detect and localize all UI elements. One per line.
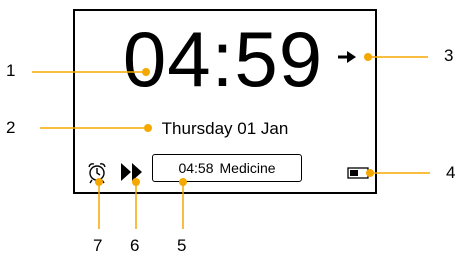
callout-7: 7 [93, 236, 103, 255]
callout-1: 1 [6, 61, 16, 80]
callout-6: 6 [130, 236, 140, 255]
callout-3: 3 [444, 46, 454, 65]
annotation-layer [32, 51, 430, 229]
dot-6 [132, 178, 140, 186]
callout-2: 2 [6, 118, 16, 137]
dot-1 [142, 68, 150, 76]
dot-2 [144, 124, 152, 132]
dot-3 [364, 53, 372, 61]
callout-5: 5 [177, 236, 187, 255]
callout-4: 4 [446, 163, 456, 182]
leader-lines [32, 56, 430, 229]
diagram: 04:59 Thursday 01 Jan 04:58 Medicine 1 2… [0, 0, 461, 258]
arrow-right-icon [338, 51, 356, 63]
leader-dots [95, 53, 374, 186]
dot-7 [95, 178, 103, 186]
dot-4 [366, 169, 374, 177]
fast-forward-icon [121, 163, 142, 181]
dot-5 [179, 178, 187, 186]
